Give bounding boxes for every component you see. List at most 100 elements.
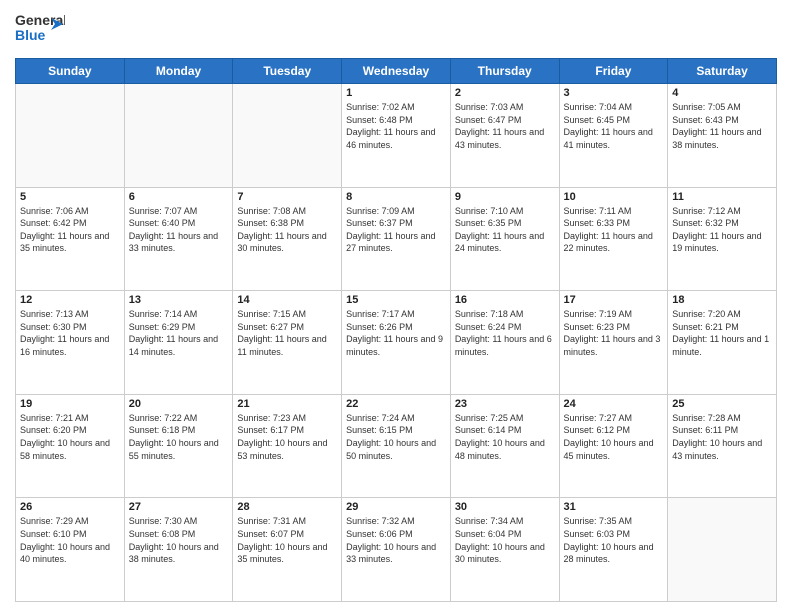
day-number: 17 xyxy=(564,294,664,306)
day-number: 30 xyxy=(455,501,555,513)
day-info: Sunrise: 7:24 AM Sunset: 6:15 PM Dayligh… xyxy=(346,412,446,462)
day-number: 13 xyxy=(129,294,229,306)
calendar-cell: 11Sunrise: 7:12 AM Sunset: 6:32 PM Dayli… xyxy=(668,187,777,291)
header: GeneralBlue xyxy=(15,10,777,50)
weekday-header-thursday: Thursday xyxy=(450,59,559,84)
day-number: 22 xyxy=(346,398,446,410)
day-number: 15 xyxy=(346,294,446,306)
day-number: 4 xyxy=(672,87,772,99)
day-number: 8 xyxy=(346,191,446,203)
day-info: Sunrise: 7:20 AM Sunset: 6:21 PM Dayligh… xyxy=(672,308,772,358)
day-info: Sunrise: 7:19 AM Sunset: 6:23 PM Dayligh… xyxy=(564,308,664,358)
calendar-cell: 6 Sunrise: 7:07 AM Sunset: 6:40 PM Daylig… xyxy=(124,187,233,291)
day-info: Sunrise: 7:10 AM Sunset: 6:35 PM Dayligh… xyxy=(455,205,555,255)
day-number: 1 xyxy=(346,87,446,99)
calendar-cell: 1Sunrise: 7:02 AM Sunset: 6:48 PM Daylig… xyxy=(342,84,451,188)
calendar-week-row: 26 Sunrise: 7:29 AM Sunset: 6:10 PM Dayli… xyxy=(16,498,777,602)
calendar-cell: 7 Sunrise: 7:08 AM Sunset: 6:38 PM Daylig… xyxy=(233,187,342,291)
day-number: 2 xyxy=(455,87,555,99)
day-number: 3 xyxy=(564,87,664,99)
weekday-header-tuesday: Tuesday xyxy=(233,59,342,84)
weekday-header-friday: Friday xyxy=(559,59,668,84)
calendar-cell: 30 Sunrise: 7:34 AM Sunset: 6:04 PM Dayli… xyxy=(450,498,559,602)
day-number: 23 xyxy=(455,398,555,410)
day-number: 12 xyxy=(20,294,120,306)
day-info: Sunrise: 7:29 AM Sunset: 6:10 PM Dayligh… xyxy=(20,515,120,565)
day-number: 27 xyxy=(129,501,229,513)
calendar-week-row: 5 Sunrise: 7:06 AM Sunset: 6:42 PM Daylig… xyxy=(16,187,777,291)
calendar-cell: 2 Sunrise: 7:03 AM Sunset: 6:47 PM Daylig… xyxy=(450,84,559,188)
day-number: 29 xyxy=(346,501,446,513)
calendar-cell: 27Sunrise: 7:30 AM Sunset: 6:08 PM Dayli… xyxy=(124,498,233,602)
calendar-cell xyxy=(124,84,233,188)
day-number: 7 xyxy=(237,191,337,203)
day-info: Sunrise: 7:04 AM Sunset: 6:45 PM Dayligh… xyxy=(564,101,664,151)
day-number: 24 xyxy=(564,398,664,410)
day-number: 6 xyxy=(129,191,229,203)
calendar-cell: 21 Sunrise: 7:23 AM Sunset: 6:17 PM Dayli… xyxy=(233,394,342,498)
calendar-cell: 12 Sunrise: 7:13 AM Sunset: 6:30 PM Dayli… xyxy=(16,291,125,395)
day-number: 5 xyxy=(20,191,120,203)
day-info: Sunrise: 7:14 AM Sunset: 6:29 PM Dayligh… xyxy=(129,308,229,358)
calendar-cell: 24Sunrise: 7:27 AM Sunset: 6:12 PM Dayli… xyxy=(559,394,668,498)
day-info: Sunrise: 7:23 AM Sunset: 6:17 PM Dayligh… xyxy=(237,412,337,462)
calendar-week-row: 12 Sunrise: 7:13 AM Sunset: 6:30 PM Dayli… xyxy=(16,291,777,395)
day-info: Sunrise: 7:18 AM Sunset: 6:24 PM Dayligh… xyxy=(455,308,555,358)
day-number: 18 xyxy=(672,294,772,306)
page: GeneralBlue SundayMondayTuesdayWednesday… xyxy=(0,0,792,612)
calendar-cell: 5 Sunrise: 7:06 AM Sunset: 6:42 PM Daylig… xyxy=(16,187,125,291)
calendar-cell: 28Sunrise: 7:31 AM Sunset: 6:07 PM Dayli… xyxy=(233,498,342,602)
day-info: Sunrise: 7:34 AM Sunset: 6:04 PM Dayligh… xyxy=(455,515,555,565)
day-info: Sunrise: 7:06 AM Sunset: 6:42 PM Dayligh… xyxy=(20,205,120,255)
calendar-cell: 25 Sunrise: 7:28 AM Sunset: 6:11 PM Dayli… xyxy=(668,394,777,498)
calendar-cell: 20 Sunrise: 7:22 AM Sunset: 6:18 PM Dayli… xyxy=(124,394,233,498)
weekday-header-sunday: Sunday xyxy=(16,59,125,84)
calendar-cell: 26 Sunrise: 7:29 AM Sunset: 6:10 PM Dayli… xyxy=(16,498,125,602)
calendar-cell: 18 Sunrise: 7:20 AM Sunset: 6:21 PM Dayli… xyxy=(668,291,777,395)
calendar-cell xyxy=(233,84,342,188)
day-info: Sunrise: 7:17 AM Sunset: 6:26 PM Dayligh… xyxy=(346,308,446,358)
day-number: 20 xyxy=(129,398,229,410)
calendar-cell: 22 Sunrise: 7:24 AM Sunset: 6:15 PM Dayli… xyxy=(342,394,451,498)
calendar-table: SundayMondayTuesdayWednesdayThursdayFrid… xyxy=(15,58,777,602)
day-info: Sunrise: 7:11 AM Sunset: 6:33 PM Dayligh… xyxy=(564,205,664,255)
svg-text:Blue: Blue xyxy=(15,27,46,43)
weekday-header-row: SundayMondayTuesdayWednesdayThursdayFrid… xyxy=(16,59,777,84)
day-info: Sunrise: 7:13 AM Sunset: 6:30 PM Dayligh… xyxy=(20,308,120,358)
calendar-cell xyxy=(668,498,777,602)
calendar-cell: 4 Sunrise: 7:05 AM Sunset: 6:43 PM Daylig… xyxy=(668,84,777,188)
day-info: Sunrise: 7:07 AM Sunset: 6:40 PM Dayligh… xyxy=(129,205,229,255)
calendar-cell: 17 Sunrise: 7:19 AM Sunset: 6:23 PM Dayli… xyxy=(559,291,668,395)
calendar-cell: 19 Sunrise: 7:21 AM Sunset: 6:20 PM Dayli… xyxy=(16,394,125,498)
day-number: 14 xyxy=(237,294,337,306)
day-info: Sunrise: 7:21 AM Sunset: 6:20 PM Dayligh… xyxy=(20,412,120,462)
calendar-cell: 14Sunrise: 7:15 AM Sunset: 6:27 PM Dayli… xyxy=(233,291,342,395)
day-info: Sunrise: 7:22 AM Sunset: 6:18 PM Dayligh… xyxy=(129,412,229,462)
calendar-cell: 9Sunrise: 7:10 AM Sunset: 6:35 PM Daylig… xyxy=(450,187,559,291)
day-info: Sunrise: 7:25 AM Sunset: 6:14 PM Dayligh… xyxy=(455,412,555,462)
calendar-cell: 3 Sunrise: 7:04 AM Sunset: 6:45 PM Daylig… xyxy=(559,84,668,188)
day-info: Sunrise: 7:05 AM Sunset: 6:43 PM Dayligh… xyxy=(672,101,772,151)
calendar-cell: 13 Sunrise: 7:14 AM Sunset: 6:29 PM Dayli… xyxy=(124,291,233,395)
calendar-cell xyxy=(16,84,125,188)
day-number: 19 xyxy=(20,398,120,410)
logo-svg: GeneralBlue xyxy=(15,10,65,50)
day-info: Sunrise: 7:28 AM Sunset: 6:11 PM Dayligh… xyxy=(672,412,772,462)
day-info: Sunrise: 7:08 AM Sunset: 6:38 PM Dayligh… xyxy=(237,205,337,255)
calendar-cell: 23 Sunrise: 7:25 AM Sunset: 6:14 PM Dayli… xyxy=(450,394,559,498)
calendar-cell: 29 Sunrise: 7:32 AM Sunset: 6:06 PM Dayli… xyxy=(342,498,451,602)
calendar-week-row: 1Sunrise: 7:02 AM Sunset: 6:48 PM Daylig… xyxy=(16,84,777,188)
day-number: 10 xyxy=(564,191,664,203)
day-info: Sunrise: 7:03 AM Sunset: 6:47 PM Dayligh… xyxy=(455,101,555,151)
day-number: 25 xyxy=(672,398,772,410)
calendar-cell: 8 Sunrise: 7:09 AM Sunset: 6:37 PM Daylig… xyxy=(342,187,451,291)
day-number: 31 xyxy=(564,501,664,513)
day-number: 16 xyxy=(455,294,555,306)
day-number: 21 xyxy=(237,398,337,410)
calendar-cell: 10 Sunrise: 7:11 AM Sunset: 6:33 PM Dayli… xyxy=(559,187,668,291)
day-info: Sunrise: 7:32 AM Sunset: 6:06 PM Dayligh… xyxy=(346,515,446,565)
calendar-week-row: 19 Sunrise: 7:21 AM Sunset: 6:20 PM Dayli… xyxy=(16,394,777,498)
day-info: Sunrise: 7:35 AM Sunset: 6:03 PM Dayligh… xyxy=(564,515,664,565)
day-number: 26 xyxy=(20,501,120,513)
day-info: Sunrise: 7:09 AM Sunset: 6:37 PM Dayligh… xyxy=(346,205,446,255)
